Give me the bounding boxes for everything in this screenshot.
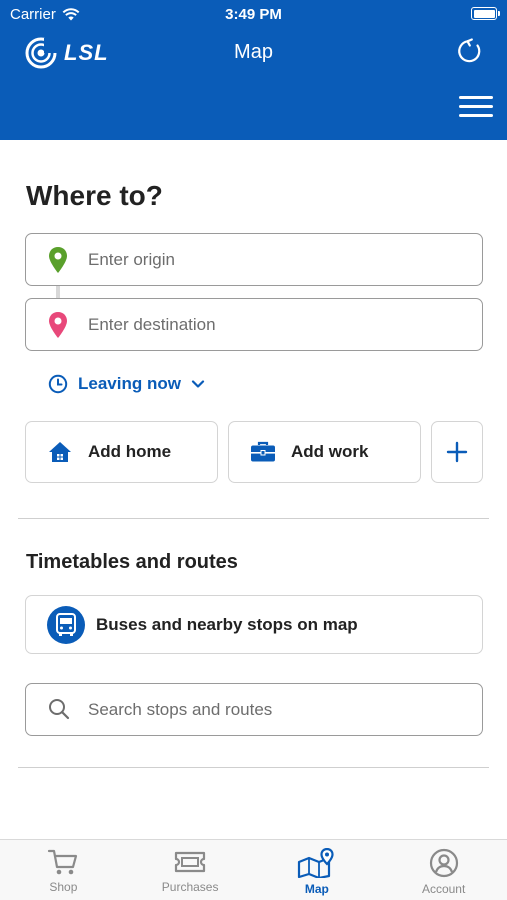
destination-placeholder: Enter destination [88, 314, 216, 334]
search-icon [49, 699, 70, 720]
add-work-label: Add work [291, 442, 369, 461]
bus-icon [47, 606, 85, 644]
buses-nearby-stops-button[interactable]: Buses and nearby stops on map [25, 595, 483, 654]
add-work-button[interactable]: Add work [228, 421, 421, 483]
tab-purchases-label: Purchases [161, 880, 219, 894]
chevron-down-icon [191, 380, 205, 388]
search-stops-input[interactable]: Search stops and routes [25, 683, 483, 736]
nav-bar: LSL Map [0, 30, 507, 76]
ticket-icon [175, 851, 206, 873]
add-home-button[interactable]: Add home [25, 421, 218, 483]
plus-icon [446, 441, 468, 463]
where-to-heading: Where to? [26, 180, 163, 211]
tab-map-label: Map [304, 882, 329, 896]
add-home-label: Add home [88, 442, 172, 461]
map-icon [297, 848, 334, 878]
buses-nearby-label: Buses and nearby stops on map [96, 614, 358, 634]
destination-field[interactable]: Enter destination [25, 298, 483, 351]
origin-placeholder: Enter origin [88, 249, 175, 269]
section-divider [18, 518, 489, 519]
cart-icon [48, 849, 78, 875]
app-header: Carrier 3:49 PM LSL Map [0, 0, 507, 140]
refresh-icon[interactable] [455, 36, 485, 66]
add-place-button[interactable] [431, 421, 483, 483]
clock-icon [48, 374, 68, 394]
timetables-heading: Timetables and routes [26, 551, 238, 573]
hamburger-menu-icon[interactable] [459, 96, 493, 120]
status-bar: Carrier 3:49 PM [0, 0, 507, 28]
battery-icon [471, 7, 500, 20]
account-icon [429, 848, 458, 878]
leaving-time-selector[interactable]: Leaving now [48, 374, 205, 394]
tab-map[interactable]: Map [254, 840, 381, 900]
tab-account-label: Account [421, 882, 466, 896]
tab-bar: Shop Purchases Map Account [0, 839, 507, 900]
section-divider [18, 767, 489, 768]
origin-field[interactable]: Enter origin [25, 233, 483, 286]
tab-account[interactable]: Account [380, 840, 507, 900]
page-title: Map [234, 41, 273, 63]
search-placeholder: Search stops and routes [88, 699, 273, 719]
leaving-label: Leaving now [78, 374, 181, 393]
origin-pin-icon [49, 247, 67, 273]
briefcase-icon [251, 441, 275, 462]
destination-pin-icon [49, 312, 67, 338]
status-time: 3:49 PM [225, 6, 282, 23]
tab-purchases[interactable]: Purchases [127, 840, 254, 900]
tab-shop-label: Shop [49, 880, 78, 894]
tab-shop[interactable]: Shop [0, 840, 127, 900]
home-icon [49, 442, 71, 462]
